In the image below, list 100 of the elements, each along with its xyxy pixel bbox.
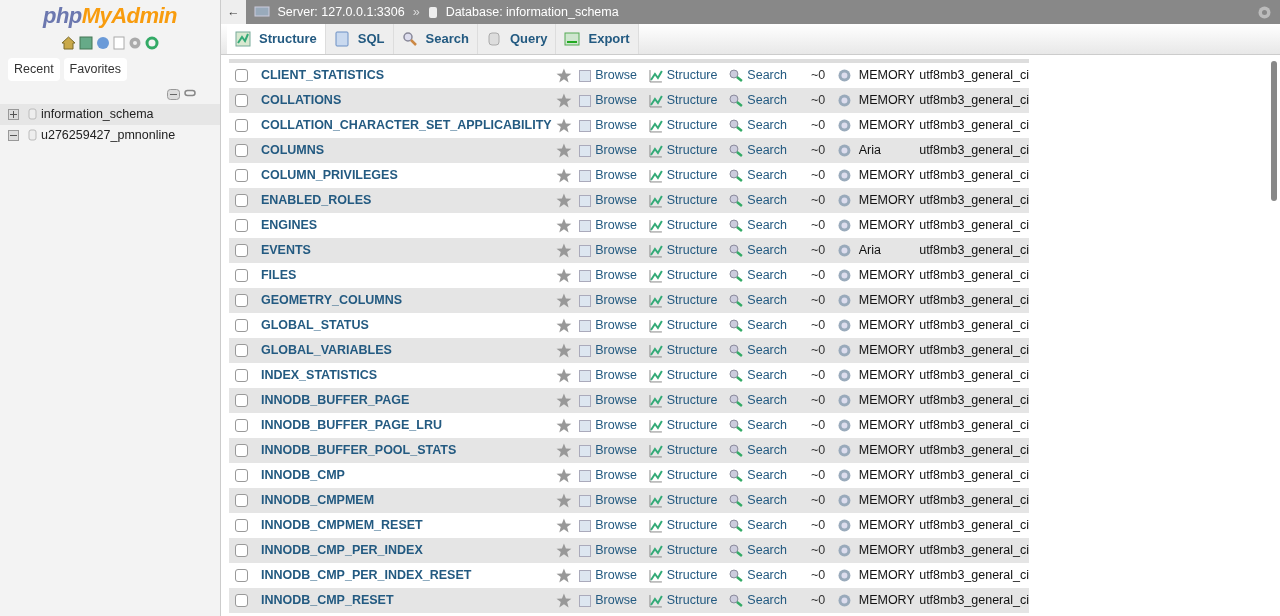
table-name-link[interactable]: INDEX_STATISTICS bbox=[260, 366, 557, 385]
document-icon[interactable] bbox=[113, 36, 125, 50]
search-link[interactable]: Search bbox=[747, 141, 791, 160]
table-name-link[interactable]: ENGINES bbox=[260, 216, 557, 235]
structure-link[interactable]: Structure bbox=[666, 466, 718, 485]
tab[interactable]: Search bbox=[393, 24, 478, 54]
browse-link[interactable]: Browse bbox=[595, 491, 637, 510]
server-link[interactable]: Server: 127.0.0.1:3306 bbox=[277, 2, 405, 22]
star-icon[interactable] bbox=[556, 393, 573, 408]
row-checkbox[interactable] bbox=[235, 594, 248, 607]
structure-link[interactable]: Structure bbox=[666, 516, 718, 535]
browse-link[interactable]: Browse bbox=[595, 66, 637, 85]
row-checkbox[interactable] bbox=[235, 544, 248, 557]
star-icon[interactable] bbox=[556, 293, 573, 308]
search-link[interactable]: Search bbox=[747, 341, 791, 360]
row-checkbox[interactable] bbox=[235, 444, 248, 457]
structure-link[interactable]: Structure bbox=[666, 366, 718, 385]
browse-link[interactable]: Browse bbox=[595, 291, 637, 310]
row-checkbox[interactable] bbox=[235, 469, 248, 482]
tab[interactable]: SQL bbox=[325, 24, 394, 54]
sidebar-tab[interactable]: Favorites bbox=[63, 58, 127, 81]
home-icon[interactable] bbox=[61, 36, 76, 50]
browse-link[interactable]: Browse bbox=[595, 441, 637, 460]
row-checkbox[interactable] bbox=[235, 344, 248, 357]
browse-link[interactable]: Browse bbox=[595, 141, 637, 160]
structure-link[interactable]: Structure bbox=[666, 491, 718, 510]
search-link[interactable]: Search bbox=[747, 91, 791, 110]
star-icon[interactable] bbox=[556, 518, 573, 533]
search-link[interactable]: Search bbox=[747, 466, 791, 485]
star-icon[interactable] bbox=[556, 268, 573, 283]
row-checkbox[interactable] bbox=[235, 69, 248, 82]
star-icon[interactable] bbox=[556, 93, 573, 108]
expand-icon[interactable] bbox=[8, 108, 19, 120]
tab[interactable]: Export bbox=[556, 24, 639, 54]
table-name-link[interactable]: COLLATION_CHARACTER_SET_APPLICABILITY bbox=[260, 116, 557, 135]
row-checkbox[interactable] bbox=[235, 519, 248, 532]
row-checkbox[interactable] bbox=[235, 369, 248, 382]
database-link[interactable]: Database: information_schema bbox=[445, 2, 619, 22]
browse-link[interactable]: Browse bbox=[595, 191, 637, 210]
sidebar-tab[interactable]: Recent bbox=[8, 58, 60, 81]
table-name-link[interactable]: INNODB_CMP_RESET bbox=[260, 591, 557, 610]
table-name-link[interactable]: INNODB_BUFFER_PAGE bbox=[260, 391, 557, 410]
table-name-link[interactable]: GLOBAL_VARIABLES bbox=[260, 341, 557, 360]
structure-link[interactable]: Structure bbox=[666, 391, 718, 410]
table-name-link[interactable]: CLIENT_STATISTICS bbox=[260, 66, 557, 85]
row-checkbox[interactable] bbox=[235, 394, 248, 407]
logo[interactable]: phpMyAdmin bbox=[43, 4, 177, 28]
search-link[interactable]: Search bbox=[747, 416, 791, 435]
browse-link[interactable]: Browse bbox=[595, 316, 637, 335]
scrollbar-thumb[interactable] bbox=[1271, 61, 1277, 201]
structure-link[interactable]: Structure bbox=[666, 91, 718, 110]
structure-link[interactable]: Structure bbox=[666, 566, 718, 585]
search-link[interactable]: Search bbox=[747, 291, 791, 310]
table-name-link[interactable]: GEOMETRY_COLUMNS bbox=[260, 291, 557, 310]
row-checkbox[interactable] bbox=[235, 119, 248, 132]
row-checkbox[interactable] bbox=[235, 419, 248, 432]
browse-link[interactable]: Browse bbox=[595, 266, 637, 285]
star-icon[interactable] bbox=[556, 443, 573, 458]
search-link[interactable]: Search bbox=[747, 441, 791, 460]
star-icon[interactable] bbox=[556, 168, 573, 183]
tab[interactable]: Structure bbox=[227, 24, 326, 54]
structure-link[interactable]: Structure bbox=[666, 316, 718, 335]
search-link[interactable]: Search bbox=[747, 116, 791, 135]
tab[interactable]: Query bbox=[477, 24, 557, 54]
browse-link[interactable]: Browse bbox=[595, 391, 637, 410]
collapse-icon[interactable] bbox=[167, 88, 180, 100]
star-icon[interactable] bbox=[556, 568, 573, 583]
table-name-link[interactable]: COLUMNS bbox=[260, 141, 557, 160]
table-name-link[interactable]: COLLATIONS bbox=[260, 91, 557, 110]
row-checkbox[interactable] bbox=[235, 194, 248, 207]
row-checkbox[interactable] bbox=[235, 219, 248, 232]
search-link[interactable]: Search bbox=[747, 241, 791, 260]
search-link[interactable]: Search bbox=[747, 266, 791, 285]
structure-link[interactable]: Structure bbox=[666, 541, 718, 560]
table-name-link[interactable]: INNODB_CMP bbox=[260, 466, 557, 485]
star-icon[interactable] bbox=[556, 243, 573, 258]
table-name-link[interactable]: INNODB_BUFFER_POOL_STATS bbox=[260, 441, 557, 460]
browse-link[interactable]: Browse bbox=[595, 241, 637, 260]
search-link[interactable]: Search bbox=[747, 216, 791, 235]
table-name-link[interactable]: GLOBAL_STATUS bbox=[260, 316, 557, 335]
structure-link[interactable]: Structure bbox=[666, 191, 718, 210]
search-link[interactable]: Search bbox=[747, 591, 791, 610]
table-name-link[interactable]: COLUMN_PRIVILEGES bbox=[260, 166, 557, 185]
star-icon[interactable] bbox=[556, 118, 573, 133]
structure-link[interactable]: Structure bbox=[666, 166, 718, 185]
search-link[interactable]: Search bbox=[747, 316, 791, 335]
database-link[interactable]: u276259427_pmnonline bbox=[41, 125, 176, 145]
browse-link[interactable]: Browse bbox=[595, 516, 637, 535]
structure-link[interactable]: Structure bbox=[666, 441, 718, 460]
row-checkbox[interactable] bbox=[235, 569, 248, 582]
structure-link[interactable]: Structure bbox=[666, 216, 718, 235]
star-icon[interactable] bbox=[556, 68, 573, 83]
browse-link[interactable]: Browse bbox=[595, 541, 637, 560]
star-icon[interactable] bbox=[556, 318, 573, 333]
star-icon[interactable] bbox=[556, 543, 573, 558]
structure-link[interactable]: Structure bbox=[666, 141, 718, 160]
structure-link[interactable]: Structure bbox=[666, 266, 718, 285]
row-checkbox[interactable] bbox=[235, 269, 248, 282]
search-link[interactable]: Search bbox=[747, 66, 791, 85]
search-link[interactable]: Search bbox=[747, 541, 791, 560]
